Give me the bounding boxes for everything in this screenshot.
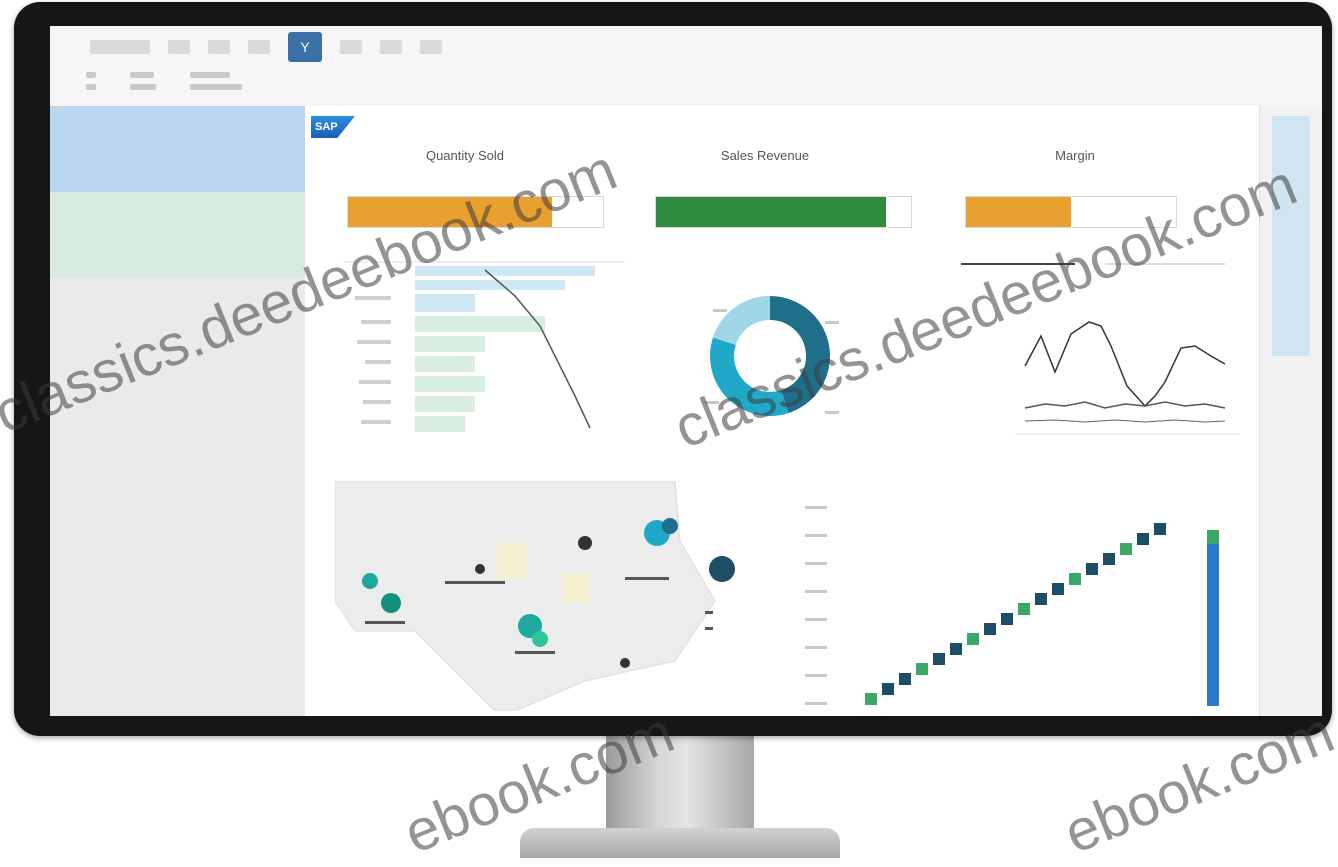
ribbon-group[interactable] bbox=[190, 72, 242, 90]
donut-label bbox=[825, 321, 839, 324]
monitor-base bbox=[520, 828, 840, 858]
scatter-point bbox=[882, 683, 894, 695]
line-series bbox=[1024, 419, 1226, 423]
map-region-highlight bbox=[563, 573, 589, 603]
donut-label bbox=[713, 309, 727, 312]
donut-label bbox=[825, 411, 839, 414]
ribbon-tab[interactable] bbox=[380, 40, 402, 54]
donut-slice bbox=[712, 296, 771, 346]
scatter-point bbox=[1086, 563, 1098, 575]
axis-tick bbox=[805, 590, 827, 593]
ribbon-tab[interactable] bbox=[340, 40, 362, 54]
axis-tick bbox=[805, 646, 827, 649]
axis-tick bbox=[805, 618, 827, 621]
scatter-point bbox=[967, 633, 979, 645]
scatter-point bbox=[1120, 543, 1132, 555]
axis-tick bbox=[805, 702, 827, 705]
axis-tick bbox=[805, 534, 827, 537]
axis-tick bbox=[805, 562, 827, 565]
scatter-point bbox=[950, 643, 962, 655]
ribbon-group[interactable] bbox=[130, 72, 156, 90]
scatter-point bbox=[1052, 583, 1064, 595]
kpi-bar-revenue[interactable] bbox=[655, 196, 912, 228]
ribbon-tab[interactable] bbox=[208, 40, 230, 54]
bar bbox=[415, 294, 475, 312]
scatter-point bbox=[899, 673, 911, 685]
bar bbox=[415, 396, 475, 412]
total-bar bbox=[1207, 536, 1219, 706]
card-title-revenue: Sales Revenue bbox=[720, 148, 810, 163]
card-title-quantity: Quantity Sold bbox=[425, 148, 505, 163]
ribbon-tabs: Y bbox=[90, 32, 442, 62]
map-chart bbox=[335, 481, 735, 711]
bar bbox=[415, 280, 565, 290]
trend-line bbox=[484, 269, 591, 429]
sidebar-item[interactable] bbox=[50, 106, 305, 192]
map-marker bbox=[662, 518, 678, 534]
screen: Y SAP Quantity Sold Sales Revenue Margin bbox=[50, 26, 1322, 716]
map-region-highlight bbox=[497, 543, 527, 579]
map-marker bbox=[578, 536, 592, 550]
scatter-point bbox=[865, 693, 877, 705]
map-marker bbox=[532, 631, 548, 647]
sap-logo: SAP bbox=[311, 116, 355, 138]
scatter-point bbox=[1103, 553, 1115, 565]
line-series bbox=[1024, 321, 1226, 408]
line-series bbox=[1024, 401, 1226, 409]
scatter-point bbox=[933, 653, 945, 665]
map-marker bbox=[709, 556, 735, 582]
scatter-point bbox=[1137, 533, 1149, 545]
scatter-point bbox=[1154, 523, 1166, 535]
card-title-margin: Margin bbox=[1055, 148, 1095, 163]
ribbon-tab[interactable] bbox=[248, 40, 270, 54]
ribbon-tab[interactable] bbox=[168, 40, 190, 54]
kpi-fill bbox=[656, 197, 886, 227]
axis-tick bbox=[805, 506, 827, 509]
total-bar-cap bbox=[1207, 530, 1219, 544]
ribbon-tab[interactable] bbox=[420, 40, 442, 54]
axis-tick bbox=[805, 674, 827, 677]
ribbon-groups bbox=[86, 72, 242, 90]
scatter-point bbox=[984, 623, 996, 635]
scatter-point bbox=[1018, 603, 1030, 615]
map-marker bbox=[362, 573, 378, 589]
map-marker bbox=[381, 593, 401, 613]
kpi-fill bbox=[966, 197, 1071, 227]
scatter-point bbox=[1069, 573, 1081, 585]
map-marker bbox=[475, 564, 485, 574]
monitor-bezel: Y SAP Quantity Sold Sales Revenue Margin bbox=[14, 2, 1332, 736]
scatter-point bbox=[1001, 613, 1013, 625]
bar bbox=[415, 356, 475, 372]
sidebar-item[interactable] bbox=[50, 192, 305, 278]
bar bbox=[415, 316, 545, 332]
map-marker bbox=[620, 658, 630, 668]
scatter-point bbox=[1035, 593, 1047, 605]
scatter-chart bbox=[805, 506, 1219, 706]
ribbon-tab[interactable] bbox=[90, 40, 150, 54]
ribbon-toolbar: Y bbox=[50, 26, 1322, 107]
ribbon-tab-active[interactable]: Y bbox=[288, 32, 322, 62]
ribbon-group[interactable] bbox=[86, 72, 96, 90]
bar bbox=[415, 416, 465, 432]
bar bbox=[415, 376, 485, 392]
scatter-point bbox=[916, 663, 928, 675]
bar bbox=[415, 336, 485, 352]
